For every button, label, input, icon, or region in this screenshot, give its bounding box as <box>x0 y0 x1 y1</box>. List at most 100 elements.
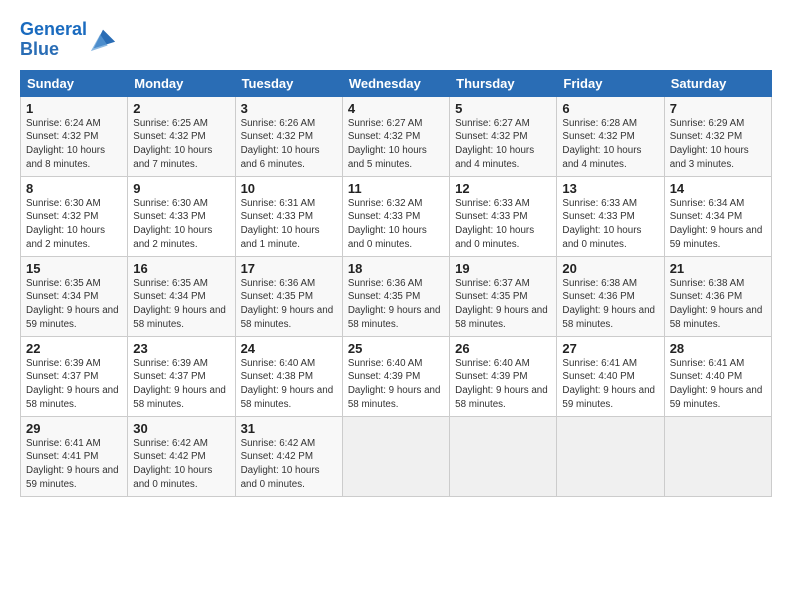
day-number: 1 <box>26 101 122 116</box>
weekday-header-wednesday: Wednesday <box>342 70 449 96</box>
day-info: Sunrise: 6:38 AM Sunset: 4:36 PM Dayligh… <box>562 277 658 332</box>
day-number: 7 <box>670 101 766 116</box>
day-info: Sunrise: 6:39 AM Sunset: 4:37 PM Dayligh… <box>133 357 229 412</box>
calendar-cell: 1 Sunrise: 6:24 AM Sunset: 4:32 PM Dayli… <box>21 96 128 176</box>
weekday-header-tuesday: Tuesday <box>235 70 342 96</box>
day-info: Sunrise: 6:26 AM Sunset: 4:32 PM Dayligh… <box>241 117 337 172</box>
weekday-header-saturday: Saturday <box>664 70 771 96</box>
day-number: 8 <box>26 181 122 196</box>
logo-icon <box>89 25 117 53</box>
day-info: Sunrise: 6:40 AM Sunset: 4:39 PM Dayligh… <box>348 357 444 412</box>
calendar-cell: 31 Sunrise: 6:42 AM Sunset: 4:42 PM Dayl… <box>235 416 342 496</box>
calendar-cell: 3 Sunrise: 6:26 AM Sunset: 4:32 PM Dayli… <box>235 96 342 176</box>
day-info: Sunrise: 6:37 AM Sunset: 4:35 PM Dayligh… <box>455 277 551 332</box>
calendar-cell: 18 Sunrise: 6:36 AM Sunset: 4:35 PM Dayl… <box>342 256 449 336</box>
day-number: 18 <box>348 261 444 276</box>
day-info: Sunrise: 6:25 AM Sunset: 4:32 PM Dayligh… <box>133 117 229 172</box>
calendar-table: SundayMondayTuesdayWednesdayThursdayFrid… <box>20 70 772 497</box>
calendar-cell: 23 Sunrise: 6:39 AM Sunset: 4:37 PM Dayl… <box>128 336 235 416</box>
logo-text: General Blue <box>20 20 87 60</box>
week-row-5: 29 Sunrise: 6:41 AM Sunset: 4:41 PM Dayl… <box>21 416 772 496</box>
day-number: 29 <box>26 421 122 436</box>
calendar-cell: 20 Sunrise: 6:38 AM Sunset: 4:36 PM Dayl… <box>557 256 664 336</box>
day-number: 25 <box>348 341 444 356</box>
weekday-header-thursday: Thursday <box>450 70 557 96</box>
day-info: Sunrise: 6:29 AM Sunset: 4:32 PM Dayligh… <box>670 117 766 172</box>
day-info: Sunrise: 6:40 AM Sunset: 4:38 PM Dayligh… <box>241 357 337 412</box>
day-info: Sunrise: 6:27 AM Sunset: 4:32 PM Dayligh… <box>455 117 551 172</box>
calendar-cell: 6 Sunrise: 6:28 AM Sunset: 4:32 PM Dayli… <box>557 96 664 176</box>
calendar-cell: 28 Sunrise: 6:41 AM Sunset: 4:40 PM Dayl… <box>664 336 771 416</box>
calendar-cell: 25 Sunrise: 6:40 AM Sunset: 4:39 PM Dayl… <box>342 336 449 416</box>
day-number: 3 <box>241 101 337 116</box>
day-info: Sunrise: 6:27 AM Sunset: 4:32 PM Dayligh… <box>348 117 444 172</box>
calendar-cell: 8 Sunrise: 6:30 AM Sunset: 4:32 PM Dayli… <box>21 176 128 256</box>
calendar-cell: 15 Sunrise: 6:35 AM Sunset: 4:34 PM Dayl… <box>21 256 128 336</box>
calendar-cell <box>557 416 664 496</box>
week-row-2: 8 Sunrise: 6:30 AM Sunset: 4:32 PM Dayli… <box>21 176 772 256</box>
calendar-cell: 29 Sunrise: 6:41 AM Sunset: 4:41 PM Dayl… <box>21 416 128 496</box>
day-number: 21 <box>670 261 766 276</box>
calendar-cell: 19 Sunrise: 6:37 AM Sunset: 4:35 PM Dayl… <box>450 256 557 336</box>
weekday-header-sunday: Sunday <box>21 70 128 96</box>
day-number: 4 <box>348 101 444 116</box>
day-info: Sunrise: 6:41 AM Sunset: 4:40 PM Dayligh… <box>562 357 658 412</box>
day-info: Sunrise: 6:42 AM Sunset: 4:42 PM Dayligh… <box>133 437 229 492</box>
day-info: Sunrise: 6:31 AM Sunset: 4:33 PM Dayligh… <box>241 197 337 252</box>
calendar-cell <box>450 416 557 496</box>
calendar-cell: 9 Sunrise: 6:30 AM Sunset: 4:33 PM Dayli… <box>128 176 235 256</box>
day-info: Sunrise: 6:36 AM Sunset: 4:35 PM Dayligh… <box>241 277 337 332</box>
day-info: Sunrise: 6:35 AM Sunset: 4:34 PM Dayligh… <box>133 277 229 332</box>
day-number: 23 <box>133 341 229 356</box>
day-number: 17 <box>241 261 337 276</box>
day-info: Sunrise: 6:39 AM Sunset: 4:37 PM Dayligh… <box>26 357 122 412</box>
day-info: Sunrise: 6:36 AM Sunset: 4:35 PM Dayligh… <box>348 277 444 332</box>
day-number: 14 <box>670 181 766 196</box>
day-number: 12 <box>455 181 551 196</box>
day-number: 5 <box>455 101 551 116</box>
day-number: 16 <box>133 261 229 276</box>
calendar-cell <box>664 416 771 496</box>
day-info: Sunrise: 6:30 AM Sunset: 4:33 PM Dayligh… <box>133 197 229 252</box>
calendar-cell: 10 Sunrise: 6:31 AM Sunset: 4:33 PM Dayl… <box>235 176 342 256</box>
day-number: 31 <box>241 421 337 436</box>
day-number: 15 <box>26 261 122 276</box>
day-info: Sunrise: 6:32 AM Sunset: 4:33 PM Dayligh… <box>348 197 444 252</box>
calendar-cell: 14 Sunrise: 6:34 AM Sunset: 4:34 PM Dayl… <box>664 176 771 256</box>
weekday-header-monday: Monday <box>128 70 235 96</box>
day-info: Sunrise: 6:41 AM Sunset: 4:41 PM Dayligh… <box>26 437 122 492</box>
calendar-cell: 26 Sunrise: 6:40 AM Sunset: 4:39 PM Dayl… <box>450 336 557 416</box>
day-info: Sunrise: 6:35 AM Sunset: 4:34 PM Dayligh… <box>26 277 122 332</box>
calendar-cell: 4 Sunrise: 6:27 AM Sunset: 4:32 PM Dayli… <box>342 96 449 176</box>
day-number: 13 <box>562 181 658 196</box>
calendar-cell: 17 Sunrise: 6:36 AM Sunset: 4:35 PM Dayl… <box>235 256 342 336</box>
calendar-cell: 21 Sunrise: 6:38 AM Sunset: 4:36 PM Dayl… <box>664 256 771 336</box>
week-row-1: 1 Sunrise: 6:24 AM Sunset: 4:32 PM Dayli… <box>21 96 772 176</box>
weekday-header-row: SundayMondayTuesdayWednesdayThursdayFrid… <box>21 70 772 96</box>
calendar-cell: 16 Sunrise: 6:35 AM Sunset: 4:34 PM Dayl… <box>128 256 235 336</box>
day-number: 28 <box>670 341 766 356</box>
day-info: Sunrise: 6:24 AM Sunset: 4:32 PM Dayligh… <box>26 117 122 172</box>
calendar-cell: 13 Sunrise: 6:33 AM Sunset: 4:33 PM Dayl… <box>557 176 664 256</box>
header: General Blue <box>20 16 772 60</box>
day-number: 24 <box>241 341 337 356</box>
day-info: Sunrise: 6:40 AM Sunset: 4:39 PM Dayligh… <box>455 357 551 412</box>
calendar-cell: 2 Sunrise: 6:25 AM Sunset: 4:32 PM Dayli… <box>128 96 235 176</box>
day-number: 19 <box>455 261 551 276</box>
day-number: 27 <box>562 341 658 356</box>
calendar-cell: 5 Sunrise: 6:27 AM Sunset: 4:32 PM Dayli… <box>450 96 557 176</box>
page: General Blue SundayMondayTuesdayWednesda… <box>0 0 792 612</box>
weekday-header-friday: Friday <box>557 70 664 96</box>
calendar-cell: 22 Sunrise: 6:39 AM Sunset: 4:37 PM Dayl… <box>21 336 128 416</box>
day-info: Sunrise: 6:41 AM Sunset: 4:40 PM Dayligh… <box>670 357 766 412</box>
calendar-cell: 30 Sunrise: 6:42 AM Sunset: 4:42 PM Dayl… <box>128 416 235 496</box>
calendar-cell: 12 Sunrise: 6:33 AM Sunset: 4:33 PM Dayl… <box>450 176 557 256</box>
day-number: 22 <box>26 341 122 356</box>
day-info: Sunrise: 6:28 AM Sunset: 4:32 PM Dayligh… <box>562 117 658 172</box>
day-info: Sunrise: 6:33 AM Sunset: 4:33 PM Dayligh… <box>455 197 551 252</box>
week-row-3: 15 Sunrise: 6:35 AM Sunset: 4:34 PM Dayl… <box>21 256 772 336</box>
day-number: 20 <box>562 261 658 276</box>
week-row-4: 22 Sunrise: 6:39 AM Sunset: 4:37 PM Dayl… <box>21 336 772 416</box>
day-number: 9 <box>133 181 229 196</box>
day-info: Sunrise: 6:38 AM Sunset: 4:36 PM Dayligh… <box>670 277 766 332</box>
